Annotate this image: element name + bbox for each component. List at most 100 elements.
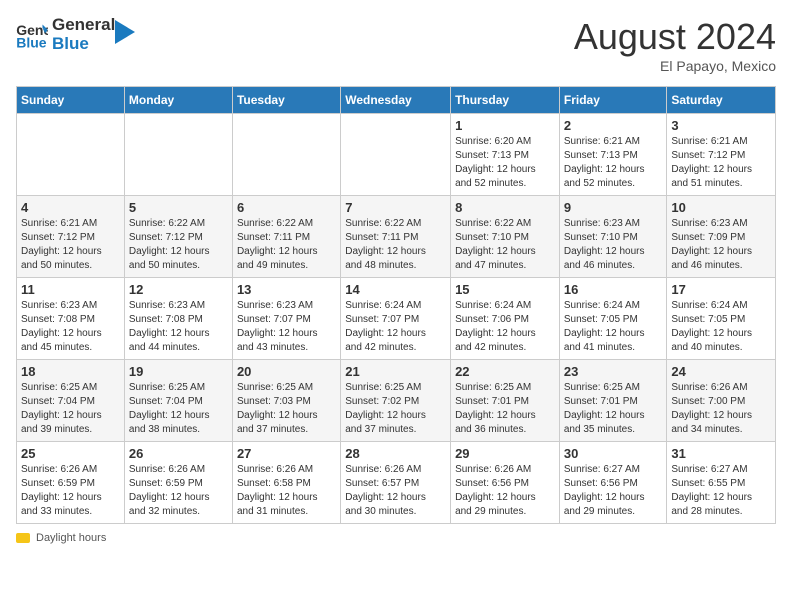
- week-row-3: 11 Sunrise: 6:23 AM Sunset: 7:08 PM Dayli…: [17, 278, 776, 360]
- logo-arrow-icon: [115, 20, 135, 44]
- logo: General Blue General Blue: [16, 16, 135, 53]
- calendar-cell: 19Sunrise: 6:25 AM Sunset: 7:04 PM Dayli…: [124, 360, 232, 442]
- weekday-header-row: SundayMondayTuesdayWednesdayThursdayFrid…: [17, 87, 776, 114]
- svg-text:Blue: Blue: [16, 34, 47, 49]
- day-number: 25: [21, 446, 120, 461]
- weekday-header-thursday: Thursday: [451, 87, 560, 114]
- logo-general: General: [52, 16, 115, 35]
- day-number: 20: [237, 364, 336, 379]
- day-number: 1: [455, 118, 555, 133]
- calendar-cell: 7 Sunrise: 6:22 AM Sunset: 7:11 PM Daylig…: [341, 196, 451, 278]
- day-info: Sunrise: 6:21 AM Sunset: 7:12 PM Dayligh…: [671, 135, 771, 191]
- day-number: 18: [21, 364, 120, 379]
- week-row-1: 1 Sunrise: 6:20 AM Sunset: 7:13 PM Daylig…: [17, 114, 776, 196]
- calendar-cell: 4 Sunrise: 6:21 AM Sunset: 7:12 PM Daylig…: [17, 196, 125, 278]
- day-info: Sunrise: 6:20 AM Sunset: 7:13 PM Dayligh…: [455, 135, 555, 191]
- calendar-cell: [232, 114, 340, 196]
- day-number: 13: [237, 282, 336, 297]
- calendar-cell: 3 Sunrise: 6:21 AM Sunset: 7:12 PM Daylig…: [667, 114, 776, 196]
- daylight-icon: [16, 533, 30, 543]
- day-number: 4: [21, 200, 120, 215]
- calendar-cell: 18Sunrise: 6:25 AM Sunset: 7:04 PM Dayli…: [17, 360, 125, 442]
- footer: Daylight hours: [16, 532, 776, 544]
- day-info: Sunrise: 6:23 AM Sunset: 7:10 PM Dayligh…: [564, 217, 663, 273]
- calendar-cell: [341, 114, 451, 196]
- weekday-header-saturday: Saturday: [667, 87, 776, 114]
- calendar-cell: 10Sunrise: 6:23 AM Sunset: 7:09 PM Dayli…: [667, 196, 776, 278]
- calendar-cell: 6Sunrise: 6:22 AM Sunset: 7:11 PM Daylig…: [232, 196, 340, 278]
- week-row-2: 4 Sunrise: 6:21 AM Sunset: 7:12 PM Daylig…: [17, 196, 776, 278]
- day-number: 2: [564, 118, 663, 133]
- day-number: 22: [455, 364, 555, 379]
- logo-icon: General Blue: [16, 21, 48, 49]
- day-number: 29: [455, 446, 555, 461]
- month-title: August 2024: [574, 16, 776, 58]
- day-number: 21: [345, 364, 446, 379]
- calendar-cell: 8 Sunrise: 6:22 AM Sunset: 7:10 PM Daylig…: [451, 196, 560, 278]
- day-info: Sunrise: 6:23 AM Sunset: 7:07 PM Dayligh…: [237, 299, 336, 355]
- calendar-cell: 24Sunrise: 6:26 AM Sunset: 7:00 PM Dayli…: [667, 360, 776, 442]
- calendar-cell: 11 Sunrise: 6:23 AM Sunset: 7:08 PM Dayli…: [17, 278, 125, 360]
- calendar-cell: 25 Sunrise: 6:26 AM Sunset: 6:59 PM Dayli…: [17, 442, 125, 524]
- day-info: Sunrise: 6:25 AM Sunset: 7:02 PM Dayligh…: [345, 381, 446, 437]
- day-info: Sunrise: 6:25 AM Sunset: 7:04 PM Dayligh…: [129, 381, 228, 437]
- day-info: Sunrise: 6:25 AM Sunset: 7:01 PM Dayligh…: [564, 381, 663, 437]
- day-number: 9: [564, 200, 663, 215]
- calendar-cell: 5Sunrise: 6:22 AM Sunset: 7:12 PM Daylig…: [124, 196, 232, 278]
- calendar-cell: 27Sunrise: 6:26 AM Sunset: 6:58 PM Dayli…: [232, 442, 340, 524]
- day-number: 15: [455, 282, 555, 297]
- calendar-cell: [17, 114, 125, 196]
- day-number: 6: [237, 200, 336, 215]
- week-row-5: 25 Sunrise: 6:26 AM Sunset: 6:59 PM Dayli…: [17, 442, 776, 524]
- calendar-cell: 29 Sunrise: 6:26 AM Sunset: 6:56 PM Dayli…: [451, 442, 560, 524]
- day-info: Sunrise: 6:23 AM Sunset: 7:08 PM Dayligh…: [21, 299, 120, 355]
- day-number: 7: [345, 200, 446, 215]
- day-info: Sunrise: 6:25 AM Sunset: 7:01 PM Dayligh…: [455, 381, 555, 437]
- day-info: Sunrise: 6:27 AM Sunset: 6:56 PM Dayligh…: [564, 463, 663, 519]
- day-info: Sunrise: 6:26 AM Sunset: 6:57 PM Dayligh…: [345, 463, 446, 519]
- day-number: 11: [21, 282, 120, 297]
- calendar-cell: 13 Sunrise: 6:23 AM Sunset: 7:07 PM Dayli…: [232, 278, 340, 360]
- calendar-cell: [124, 114, 232, 196]
- day-number: 30: [564, 446, 663, 461]
- day-info: Sunrise: 6:21 AM Sunset: 7:13 PM Dayligh…: [564, 135, 663, 191]
- day-number: 8: [455, 200, 555, 215]
- calendar-cell: 23 Sunrise: 6:25 AM Sunset: 7:01 PM Dayli…: [559, 360, 667, 442]
- day-number: 26: [129, 446, 228, 461]
- calendar-cell: 14Sunrise: 6:24 AM Sunset: 7:07 PM Dayli…: [341, 278, 451, 360]
- calendar-cell: 30 Sunrise: 6:27 AM Sunset: 6:56 PM Dayli…: [559, 442, 667, 524]
- day-number: 5: [129, 200, 228, 215]
- day-info: Sunrise: 6:24 AM Sunset: 7:05 PM Dayligh…: [671, 299, 771, 355]
- day-number: 17: [671, 282, 771, 297]
- title-block: August 2024 El Papayo, Mexico: [574, 16, 776, 74]
- day-info: Sunrise: 6:26 AM Sunset: 6:58 PM Dayligh…: [237, 463, 336, 519]
- calendar-cell: 26 Sunrise: 6:26 AM Sunset: 6:59 PM Dayli…: [124, 442, 232, 524]
- footer-label: Daylight hours: [36, 532, 106, 544]
- day-number: 3: [671, 118, 771, 133]
- day-info: Sunrise: 6:24 AM Sunset: 7:06 PM Dayligh…: [455, 299, 555, 355]
- day-info: Sunrise: 6:26 AM Sunset: 6:56 PM Dayligh…: [455, 463, 555, 519]
- weekday-header-tuesday: Tuesday: [232, 87, 340, 114]
- day-number: 24: [671, 364, 771, 379]
- day-info: Sunrise: 6:22 AM Sunset: 7:10 PM Dayligh…: [455, 217, 555, 273]
- day-number: 16: [564, 282, 663, 297]
- day-number: 28: [345, 446, 446, 461]
- day-info: Sunrise: 6:22 AM Sunset: 7:11 PM Dayligh…: [345, 217, 446, 273]
- weekday-header-monday: Monday: [124, 87, 232, 114]
- calendar-cell: 12Sunrise: 6:23 AM Sunset: 7:08 PM Dayli…: [124, 278, 232, 360]
- day-info: Sunrise: 6:26 AM Sunset: 6:59 PM Dayligh…: [129, 463, 228, 519]
- day-info: Sunrise: 6:25 AM Sunset: 7:03 PM Dayligh…: [237, 381, 336, 437]
- day-number: 23: [564, 364, 663, 379]
- calendar-cell: 17 Sunrise: 6:24 AM Sunset: 7:05 PM Dayli…: [667, 278, 776, 360]
- weekday-header-friday: Friday: [559, 87, 667, 114]
- weekday-header-sunday: Sunday: [17, 87, 125, 114]
- week-row-4: 18 Sunrise: 6:25 AM Sunset: 7:04 PM Dayli…: [17, 360, 776, 442]
- day-info: Sunrise: 6:27 AM Sunset: 6:55 PM Dayligh…: [671, 463, 771, 519]
- day-info: Sunrise: 6:21 AM Sunset: 7:12 PM Dayligh…: [21, 217, 120, 273]
- day-number: 14: [345, 282, 446, 297]
- day-info: Sunrise: 6:26 AM Sunset: 6:59 PM Dayligh…: [21, 463, 120, 519]
- day-number: 12: [129, 282, 228, 297]
- day-info: Sunrise: 6:23 AM Sunset: 7:09 PM Dayligh…: [671, 217, 771, 273]
- calendar-cell: 22 Sunrise: 6:25 AM Sunset: 7:01 PM Dayli…: [451, 360, 560, 442]
- weekday-header-wednesday: Wednesday: [341, 87, 451, 114]
